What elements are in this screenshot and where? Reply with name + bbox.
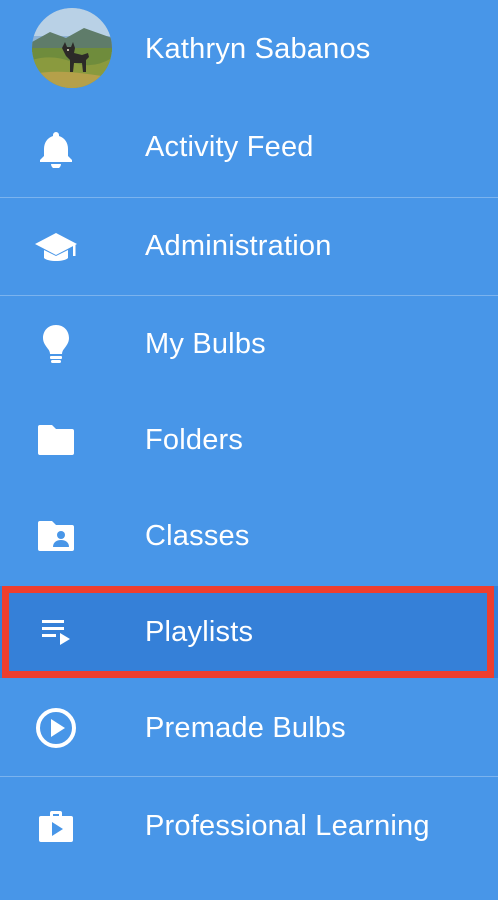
nav-item-label: Premade Bulbs (145, 711, 346, 744)
nav-item-label: Classes (145, 519, 250, 552)
graduation-cap-icon (30, 227, 82, 267)
nav-item-label: Professional Learning (145, 809, 430, 842)
folder-person-icon (30, 518, 82, 554)
nav-item-professional-learning[interactable]: Professional Learning (0, 777, 498, 875)
nav-item-label: Activity Feed (145, 131, 314, 163)
bell-icon (30, 128, 82, 168)
nav-item-activity-feed[interactable]: Activity Feed (0, 98, 498, 197)
avatar[interactable] (32, 8, 112, 88)
nav-item-premade-bulbs[interactable]: Premade Bulbs (0, 680, 498, 776)
nav-item-folders[interactable]: Folders (0, 392, 498, 488)
profile-name: Kathryn Sabanos (145, 32, 371, 65)
nav-item-label: My Bulbs (145, 327, 266, 360)
folder-icon (30, 422, 82, 458)
nav-item-label: Folders (145, 423, 244, 456)
lightbulb-icon (30, 322, 82, 366)
play-circle-icon (30, 706, 82, 750)
playlist-icon (30, 614, 82, 650)
nav-item-my-bulbs[interactable]: My Bulbs (0, 296, 498, 392)
briefcase-play-icon (30, 805, 82, 847)
side-navigation: Kathryn Sabanos Activity Feed Administra… (0, 0, 498, 900)
nav-item-label: Administration (145, 230, 332, 262)
nav-item-administration[interactable]: Administration (0, 198, 498, 295)
nav-item-playlists[interactable]: Playlists (0, 586, 498, 678)
nav-item-classes[interactable]: Classes (0, 488, 498, 584)
nav-item-label: Playlists (145, 615, 254, 648)
profile-row[interactable]: Kathryn Sabanos (0, 0, 498, 98)
